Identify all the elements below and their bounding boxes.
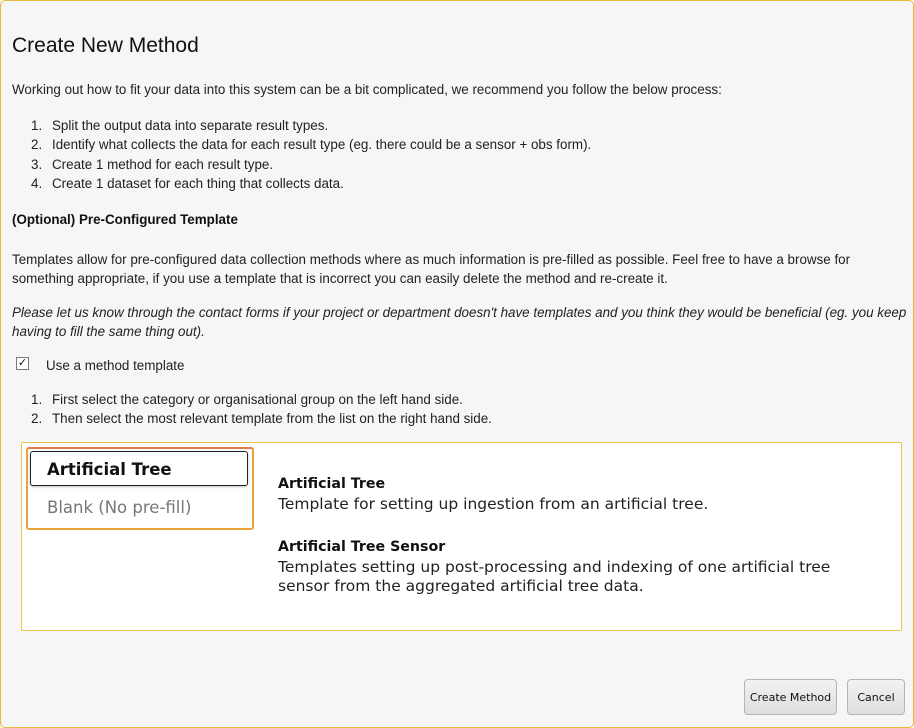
list-item: 2. Then select the most relevant template… — [31, 409, 492, 428]
template-list: Artificial Tree Template for setting up … — [278, 475, 878, 620]
use-template-checkbox[interactable]: ✓ — [16, 357, 29, 370]
step-number: 4. — [31, 175, 43, 191]
step-text: Create 1 dataset for each thing that col… — [52, 175, 344, 191]
template-name: Artificial Tree Sensor — [278, 538, 446, 555]
category-item-artificial-tree[interactable]: Artificial Tree — [30, 451, 248, 486]
use-template-label[interactable]: Use a method template — [46, 358, 184, 373]
templates-description: Templates allow for pre-configured data … — [12, 252, 851, 286]
list-item: 1. First select the category or organisat… — [31, 390, 492, 409]
feedback-note: Please let us know through the contact f… — [12, 305, 907, 339]
step-text: Split the output data into separate resu… — [52, 118, 329, 133]
step-number: 3. — [31, 156, 43, 172]
intro-text: Working out how to fit your data into th… — [12, 82, 722, 97]
template-option-artificial-tree-sensor[interactable]: Artificial Tree Sensor Templates setting… — [278, 538, 878, 597]
list-item: 4. Create 1 dataset for each thing that c… — [31, 174, 591, 193]
step-text: Create 1 method for each result type. — [52, 156, 274, 172]
list-item: 1. Split the output data into separate re… — [31, 116, 591, 135]
template-option-artificial-tree[interactable]: Artificial Tree Template for setting up … — [278, 475, 878, 515]
create-method-button[interactable]: Create Method — [744, 679, 837, 715]
template-picker: Artificial Tree Blank (No pre-fill) Arti… — [21, 442, 902, 631]
list-item: 3. Create 1 method for each result type. — [31, 155, 591, 174]
step-number: 2. — [31, 137, 43, 153]
list-item: 2. Identify what collects the data for ea… — [31, 135, 591, 154]
section-heading: (Optional) Pre-Configured Template — [12, 212, 238, 227]
step-text: Identify what collects the data for each… — [52, 137, 592, 153]
create-method-dialog: Create New Method Working out how to fit… — [0, 0, 914, 728]
process-steps-list: 1. Split the output data into separate re… — [31, 116, 591, 193]
step-number: 1. — [31, 118, 43, 133]
dialog-title: Create New Method — [12, 34, 199, 57]
category-item-blank[interactable]: Blank (No pre-fill) — [30, 490, 248, 525]
step-number: 1. — [31, 392, 43, 407]
category-list: Artificial Tree Blank (No pre-fill) — [26, 447, 254, 530]
cancel-button[interactable]: Cancel — [847, 679, 905, 715]
template-name: Artificial Tree — [278, 476, 386, 492]
template-instructions-list: 1. First select the category or organisat… — [31, 390, 492, 429]
template-description: Template for setting up ingestion from a… — [278, 495, 709, 513]
step-text: Then select the most relevant template f… — [52, 411, 492, 427]
step-number: 2. — [31, 411, 43, 427]
template-description: Templates setting up post-processing and… — [278, 557, 831, 596]
step-text: First select the category or organisatio… — [52, 392, 463, 407]
